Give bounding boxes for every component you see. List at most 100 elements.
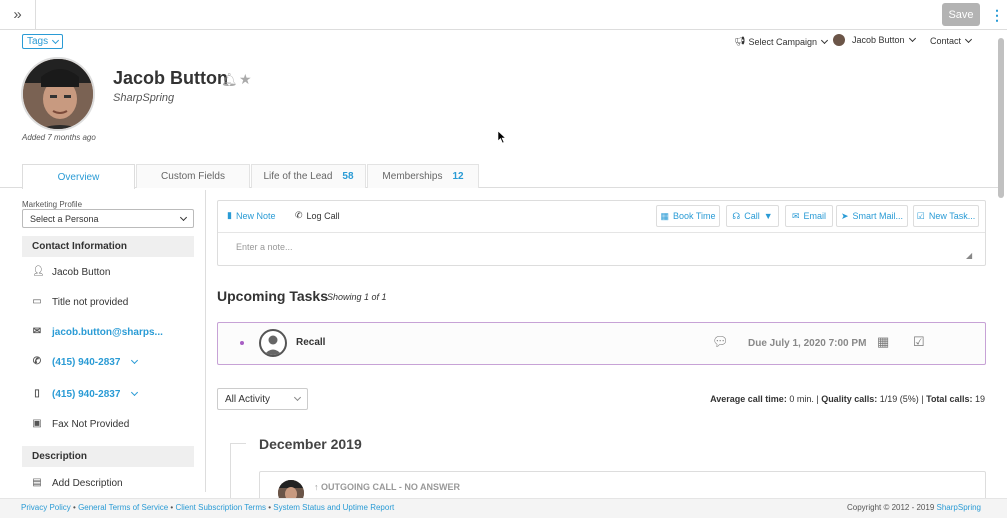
timeline-cap [230,443,246,444]
privacy-policy-link[interactable]: Privacy Policy [21,503,71,512]
email-label: Email [803,211,827,221]
contact-name: Jacob Button [113,68,228,88]
system-status-link[interactable]: System Status and Uptime Report [273,503,394,512]
user-dropdown[interactable]: Jacob Button [833,34,916,46]
new-note-label: New Note [235,210,276,221]
persona-value: Select a Persona [30,213,99,224]
call-stats: Average call time: 0 min. | Quality call… [710,394,985,404]
person-icon: 👤︎ [32,266,45,277]
tab-life-of-the-lead[interactable]: Life of the Lead 58 [251,164,366,188]
chevron-down-icon[interactable] [131,356,139,365]
avg-call-value: 0 min. [789,394,814,404]
person-photo [23,59,93,129]
added-date: Added 7 months ago [22,133,96,142]
activity-item-title-text: OUTGOING CALL - NO ANSWER [321,482,461,492]
comments-icon[interactable]: 💬︎ [712,334,729,350]
contact-email-value[interactable]: jacob.button@sharps... [52,327,163,338]
contact-phone2-row[interactable]: ▯ (415) 940-2837 [32,387,139,401]
tab-label: Custom Fields [161,171,225,182]
envelope-icon: ✉ [791,210,800,221]
tab-custom-fields[interactable]: Custom Fields [136,164,250,188]
bell-icon[interactable]: 🔔︎ [221,72,238,88]
chevron-down-icon [293,393,302,402]
select-campaign-dropdown[interactable]: 📢︎ Select Campaign [734,36,829,47]
chevron-down-icon [52,36,60,44]
star-icon[interactable]: ★ [239,71,252,88]
email-button[interactable]: ✉ Email [785,205,833,227]
contact-title-value: Title not provided [52,296,129,308]
contact-name-value: Jacob Button [52,266,111,278]
book-time-label: Book Time [672,211,716,221]
top-bar [0,0,1007,30]
chevron-down-icon [964,35,973,44]
call-label: Call [744,211,760,221]
save-button[interactable]: Save [942,3,980,26]
task-assignee-avatar [259,329,287,357]
contact-company: SharpSpring [113,92,175,104]
user-name-label: Jacob Button [852,35,905,45]
task-card[interactable] [217,322,986,365]
paper-plane-icon: ➤ [840,210,849,221]
contact-email-row[interactable]: ✉ jacob.button@sharps... [32,325,163,339]
task-status-dot [240,341,244,345]
calendar-icon: ▦ [660,210,669,221]
calendar-check-icon[interactable]: ☑ [913,334,925,350]
contact-avatar[interactable] [21,57,95,131]
chevron-down-icon [820,36,829,44]
task-title: Recall [296,337,326,348]
activity-filter-select[interactable]: All Activity [217,388,308,410]
log-call-label: Log Call [306,210,340,221]
log-call-button[interactable]: ✆ Log Call [295,210,340,221]
chevron-down-icon[interactable] [131,388,139,397]
smart-mail-button[interactable]: ➤ Smart Mail... [836,205,908,227]
footer-links: Privacy Policy • General Terms of Servic… [21,503,394,512]
chevron-down-icon [908,34,916,43]
contact-dropdown[interactable]: Contact [930,35,973,46]
note-input[interactable]: Enter a note... [236,242,293,252]
megaphone-icon: 📢︎ [734,36,746,46]
document-icon: ▤ [32,477,42,488]
contact-phone1-value[interactable]: (415) 940-2837 [52,357,120,368]
user-avatar [833,34,845,46]
contact-name-row: 👤︎ Jacob Button [32,265,110,279]
terms-of-service-link[interactable]: General Terms of Service [78,503,168,512]
activity-item-title: ↑ OUTGOING CALL - NO ANSWER [314,482,460,492]
sidebar-divider [205,190,206,492]
quality-calls-label: Quality calls: [821,394,878,404]
tab-memberships[interactable]: Memberships 12 [367,164,479,188]
contact-title-row: ▭ Title not provided [32,295,128,309]
arrow-up-icon: ↑ [314,482,319,492]
tab-label: Life of the Lead [263,171,333,182]
call-button[interactable]: ☊ Call ▼ [726,205,779,227]
total-calls-value: 19 [974,394,985,404]
more-options-icon[interactable]: ⋮ [990,6,1004,24]
add-description-row[interactable]: ▤ Add Description [32,476,123,490]
new-note-button[interactable]: ▮ New Note [227,210,275,221]
select-campaign-label: Select Campaign [748,36,817,47]
copyright: Copyright © 2012 - 2019 SharpSpring [847,503,981,512]
contact-fax-row: ▣ Fax Not Provided [32,417,129,431]
persona-select[interactable]: Select a Persona [22,209,194,228]
resize-handle-icon[interactable]: ◢ [966,251,972,260]
tab-overview[interactable]: Overview [22,164,135,189]
book-time-button[interactable]: ▦ Book Time [656,205,720,227]
new-task-button[interactable]: ☑ New Task... [913,205,979,227]
contact-label: Contact [930,36,962,46]
calendar-icon[interactable]: ▦ [877,334,889,350]
subscription-terms-link[interactable]: Client Subscription Terms [175,503,266,512]
contact-phone2-value[interactable]: (415) 940-2837 [52,389,120,400]
fax-icon: ▣ [32,418,42,429]
copyright-brand-link[interactable]: SharpSpring [937,503,981,512]
chevron-down-icon [179,213,188,221]
upcoming-tasks-count: Showing 1 of 1 [327,292,387,302]
copyright-text: Copyright © 2012 - 2019 [847,503,935,512]
tags-dropdown[interactable]: Tags [22,34,64,49]
add-description-link[interactable]: Add Description [52,478,123,489]
mobile-phone-icon: ▯ [34,388,40,399]
envelope-icon: ✉ [32,326,42,337]
mouse-cursor-icon [497,130,507,144]
scrollbar-thumb[interactable] [998,38,1004,198]
contact-phone1-row[interactable]: ✆ (415) 940-2837 [32,355,139,369]
total-calls-label: Total calls: [926,394,973,404]
expand-sidebar-button[interactable]: » [0,0,36,29]
